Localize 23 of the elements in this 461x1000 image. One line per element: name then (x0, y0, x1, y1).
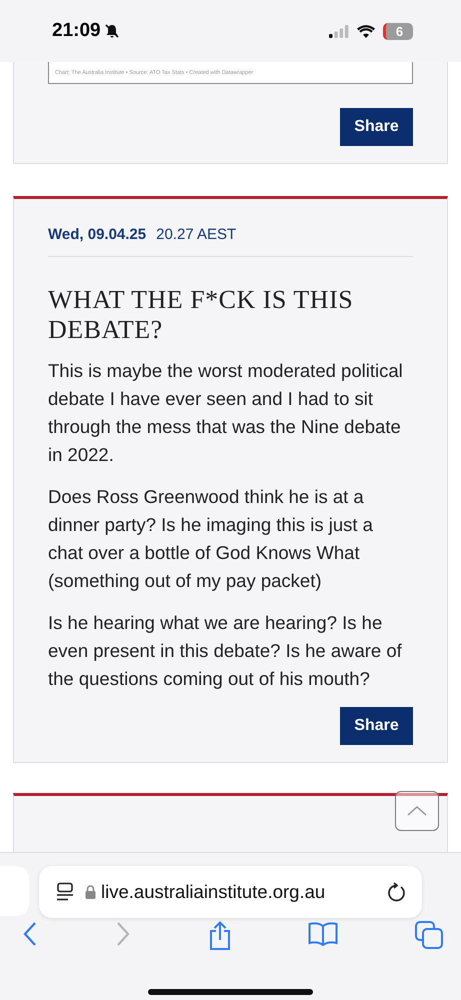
battery-icon: 6 (383, 22, 413, 40)
back-icon[interactable] (22, 921, 38, 947)
tabs-icon[interactable] (415, 921, 443, 949)
post-paragraph: This is maybe the worst moderated political debate I have ever seen and I had to sit through the mess that was the Nine debate in 2022. (48, 359, 404, 467)
signal-icon (329, 24, 349, 38)
share-icon[interactable] (208, 921, 232, 951)
reader-icon (55, 882, 75, 902)
post-date: Wed, 09.04.25 (48, 226, 146, 243)
address-bar[interactable]: live.australiainstitute.org.au (39, 866, 422, 918)
wifi-icon (357, 24, 375, 38)
share-button[interactable]: Share (340, 108, 413, 146)
post-title: WHAT THE F*CK IS THIS DEBATE? (48, 285, 354, 345)
book-icon[interactable] (308, 921, 338, 947)
scroll-top-button[interactable] (395, 791, 439, 831)
post-time: 20.27 AEST (156, 226, 236, 243)
clock-time: 21:09 (52, 20, 101, 42)
reload-icon[interactable] (388, 881, 408, 903)
url-text: live.australiainstitute.org.au (101, 881, 326, 903)
post-paragraph: Is he hearing what we are hearing? Is he even present in this debate? Is he aware of the questions coming out of his mouth? (48, 611, 403, 691)
lock-icon (85, 885, 96, 899)
share-button[interactable]: Share (340, 707, 413, 745)
post-paragraph: Does Ross Greenwood think he is at a dinner party? Is he imaging this is just a chat over a bottle of God Knows What (something out of my pay packet) (48, 485, 374, 593)
caret-up-icon (407, 806, 427, 816)
